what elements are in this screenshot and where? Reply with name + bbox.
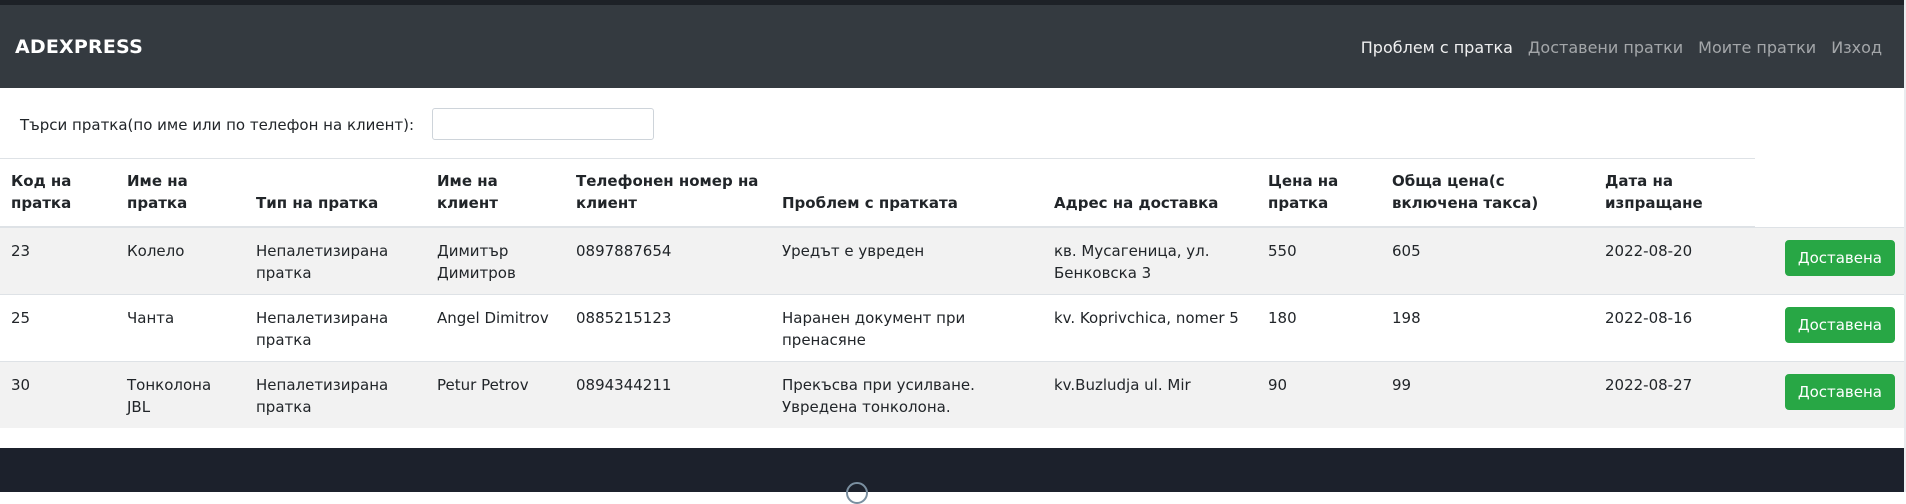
search-label: Търси пратка(по име или по телефон на кл… xyxy=(20,116,415,134)
cell-problem: Прекъсва при усилване. Увредена тонколон… xyxy=(771,361,1043,428)
cell-action: Доставена xyxy=(1755,294,1906,362)
cell-price: 180 xyxy=(1257,294,1381,362)
table-row: 30 Тонколона JBL Непалетизирана пратка P… xyxy=(0,361,1906,428)
cell-phone: 0897887654 xyxy=(565,226,771,295)
cell-problem: Уредът е увреден xyxy=(771,226,1043,295)
table-header-row: Код на пратка Име на пратка Тип на пратка … xyxy=(0,158,1906,228)
cell-price: 550 xyxy=(1257,226,1381,295)
search-area: Търси пратка(по име или по телефон на кл… xyxy=(0,88,1906,158)
orders-table: Код на пратка Име на пратка Тип на пратка … xyxy=(0,158,1906,428)
cell-action: Доставена xyxy=(1755,361,1906,428)
cell-total: 198 xyxy=(1381,294,1594,362)
col-header-action xyxy=(1755,158,1906,227)
cell-type: Непалетизирана пратка xyxy=(245,361,426,428)
cell-type: Непалетизирана пратка xyxy=(245,294,426,362)
col-header-phone: Телефонен номер на клиент xyxy=(565,158,771,228)
cell-code: 25 xyxy=(0,294,116,362)
cell-code: 30 xyxy=(0,361,116,428)
col-header-problem: Проблем с пратката xyxy=(771,158,1043,228)
delivered-button[interactable]: Доставена xyxy=(1784,307,1895,343)
col-header-address: Адрес на доставка xyxy=(1043,158,1257,228)
table-row: 25 Чанта Непалетизирана пратка Angel Dim… xyxy=(0,294,1906,362)
cell-date: 2022-08-20 xyxy=(1594,226,1755,295)
col-header-name: Име на пратка xyxy=(116,158,245,228)
col-header-price: Цена на пратка xyxy=(1257,158,1381,228)
col-header-code: Код на пратка xyxy=(0,158,116,228)
cell-address: kv.Buzludja ul. Mir xyxy=(1043,361,1257,428)
globe-icon xyxy=(846,482,868,504)
search-input[interactable] xyxy=(432,108,654,140)
delivered-button[interactable]: Доставена xyxy=(1784,374,1895,410)
cell-code: 23 xyxy=(0,226,116,295)
cell-date: 2022-08-27 xyxy=(1594,361,1755,428)
table-row: 23 Колело Непалетизирана пратка Димитър … xyxy=(0,226,1906,295)
cell-type: Непалетизирана пратка xyxy=(245,226,426,295)
cell-price: 90 xyxy=(1257,361,1381,428)
cell-total: 99 xyxy=(1381,361,1594,428)
delivered-button[interactable]: Доставена xyxy=(1784,239,1895,276)
col-header-date: Дата на изпращане xyxy=(1594,158,1755,228)
brand-logo[interactable]: ADEXPRESS xyxy=(15,36,143,58)
navbar: ADEXPRESS Проблем с пратка Доставени пра… xyxy=(0,5,1906,88)
cell-total: 605 xyxy=(1381,226,1594,295)
cell-client: Angel Dimitrov xyxy=(426,294,565,362)
nav-link-delivered[interactable]: Доставени пратки xyxy=(1528,38,1683,57)
cell-problem: Наранен документ при пренасяне xyxy=(771,294,1043,362)
cell-phone: 0885215123 xyxy=(565,294,771,362)
col-header-total: Обща цена(с включена такса) xyxy=(1381,158,1594,228)
cell-address: kv. Koprivchica, nomer 5 xyxy=(1043,294,1257,362)
nav-link-problem[interactable]: Проблем с пратка xyxy=(1361,38,1513,57)
nav-link-logout[interactable]: Изход xyxy=(1831,38,1882,57)
cell-address: кв. Мусагеница, ул. Бенковска 3 xyxy=(1043,226,1257,295)
nav-links: Проблем с пратка Доставени пратки Моите … xyxy=(1361,38,1882,57)
nav-link-my-orders[interactable]: Моите пратки xyxy=(1698,38,1816,57)
col-header-type: Тип на пратка xyxy=(245,158,426,228)
cell-name: Тонколона JBL xyxy=(116,361,245,428)
cell-date: 2022-08-16 xyxy=(1594,294,1755,362)
cell-action: Доставена xyxy=(1755,226,1906,295)
col-header-client: Име на клиент xyxy=(426,158,565,228)
cell-name: Чанта xyxy=(116,294,245,362)
cell-phone: 0894344211 xyxy=(565,361,771,428)
cell-client: Димитър Димитров xyxy=(426,226,565,295)
cell-client: Petur Petrov xyxy=(426,361,565,428)
cell-name: Колело xyxy=(116,226,245,295)
footer xyxy=(0,448,1906,504)
